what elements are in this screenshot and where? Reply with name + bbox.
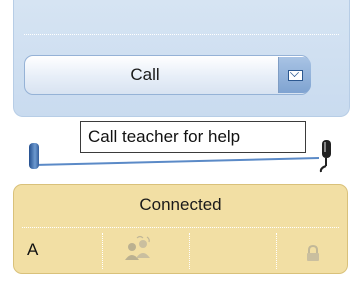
status-panel: Connected A <box>13 184 348 274</box>
connection-status: Connected <box>139 195 222 214</box>
lock-icon[interactable] <box>305 245 321 262</box>
mail-icon <box>287 69 303 81</box>
divider <box>24 34 339 35</box>
seat-label: A <box>27 240 39 259</box>
volume-slider-handle[interactable] <box>29 143 39 169</box>
student-panel: Call Call teacher for help Connected A <box>0 0 361 286</box>
divider <box>22 227 339 228</box>
call-button[interactable]: Call <box>24 55 310 95</box>
call-button-label: Call <box>130 65 160 84</box>
cell-divider <box>102 233 103 269</box>
tooltip: Call teacher for help <box>80 121 306 153</box>
group-chat-icon[interactable] <box>123 234 153 264</box>
cell-divider <box>189 233 190 269</box>
microphone-icon[interactable] <box>316 138 336 174</box>
message-button[interactable] <box>278 57 311 93</box>
volume-slider[interactable] <box>34 157 320 167</box>
cell-divider <box>276 233 277 269</box>
volume-slider-track <box>34 157 320 166</box>
